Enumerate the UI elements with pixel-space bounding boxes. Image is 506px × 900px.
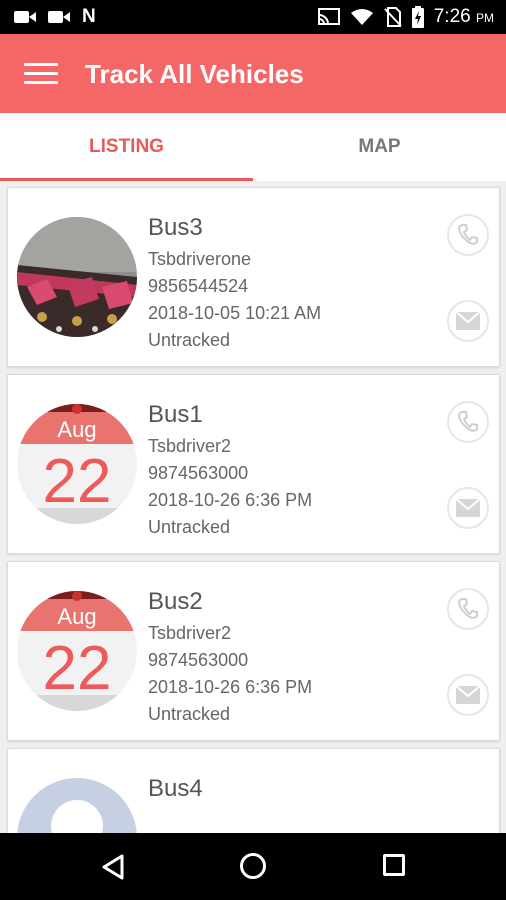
default-person-avatar [17, 778, 137, 833]
phone-icon [457, 598, 478, 619]
vehicle-list: Bus3 Tsbdriverone 9856544524 2018-10-05 … [0, 181, 506, 833]
no-sim-icon [384, 7, 402, 27]
last-updated: 2018-10-26 6:36 PM [148, 677, 313, 697]
call-button[interactable] [447, 214, 489, 256]
calendar-month: Aug [57, 417, 96, 442]
message-button[interactable] [447, 487, 489, 529]
vehicle-name: Bus1 [148, 401, 203, 428]
vehicle-name: Bus2 [148, 588, 203, 615]
last-updated: 2018-10-26 6:36 PM [148, 490, 313, 510]
vehicle-card[interactable]: Aug 22 Bus2 Tsbdriver2 9874563000 2018-1… [7, 561, 500, 741]
message-button[interactable] [447, 674, 489, 716]
phone-number: 9856544524 [148, 276, 249, 296]
recent-apps-icon[interactable] [383, 854, 405, 876]
tracking-status: Untracked [148, 704, 231, 724]
vehicle-card[interactable]: Bus3 Tsbdriverone 9856544524 2018-10-05 … [7, 187, 500, 367]
n-notification-icon: N [82, 6, 96, 27]
hamburger-menu-icon[interactable] [24, 63, 58, 85]
phone-number: 9874563000 [148, 463, 249, 483]
mail-icon [455, 311, 481, 330]
phone-icon [457, 411, 478, 432]
clock: 7:26 PM [433, 6, 494, 27]
driver-name: Tsbdriver2 [148, 436, 232, 456]
tracking-status: Untracked [148, 517, 231, 537]
calendar-day: 22 [43, 447, 112, 516]
vehicle-card[interactable]: Bus4 [7, 748, 500, 833]
vehicle-avatar [17, 217, 137, 337]
message-button[interactable] [447, 300, 489, 342]
mail-icon [455, 498, 481, 517]
calendar-avatar: Aug 22 [17, 404, 137, 524]
status-bar: N 7:26 PM [0, 0, 506, 34]
calendar-day: 22 [43, 634, 112, 703]
video-camera-icon [48, 9, 70, 25]
tab-listing[interactable]: LISTING [0, 113, 253, 181]
battery-charging-icon [411, 6, 424, 28]
mail-icon [455, 685, 481, 704]
driver-name: Tsbdriver2 [148, 623, 232, 643]
tracking-status: Untracked [148, 330, 231, 350]
home-icon[interactable] [240, 853, 266, 879]
phone-icon [457, 224, 478, 245]
last-updated: 2018-10-05 10:21 AM [148, 303, 322, 323]
vehicle-name: Bus3 [148, 214, 203, 241]
back-icon[interactable] [100, 853, 126, 881]
system-nav-bar [0, 833, 506, 900]
video-camera-icon [14, 9, 36, 25]
tab-map[interactable]: MAP [253, 113, 506, 181]
tab-bar: LISTING MAP [0, 113, 506, 181]
call-button[interactable] [447, 588, 489, 630]
page-title: Track All Vehicles [85, 59, 304, 89]
vehicle-name: Bus4 [148, 775, 203, 802]
cast-icon [317, 8, 340, 25]
driver-name: Tsbdriverone [148, 249, 252, 269]
vehicle-card[interactable]: Aug 22 Bus1 Tsbdriver2 9874563000 2018-1… [7, 374, 500, 554]
calendar-month: Aug [57, 604, 96, 629]
wifi-icon [350, 9, 373, 25]
calendar-avatar: Aug 22 [17, 591, 137, 711]
call-button[interactable] [447, 401, 489, 443]
phone-number: 9874563000 [148, 650, 249, 670]
app-bar: Track All Vehicles [0, 34, 506, 113]
